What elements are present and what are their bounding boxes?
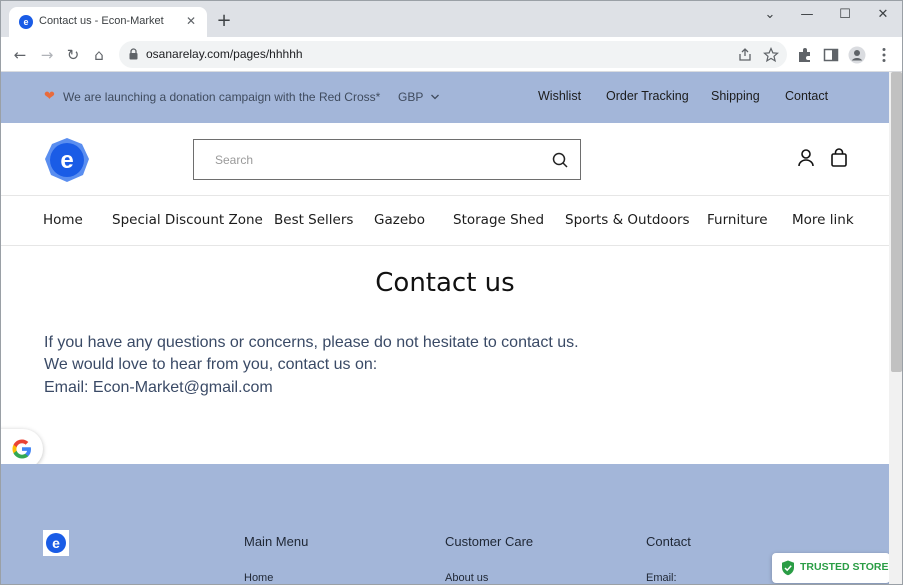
trusted-store-label: TRUSTED STORE [800, 561, 889, 573]
google-reviews-badge[interactable] [1, 429, 43, 469]
currency-selector[interactable]: GBP [398, 90, 440, 104]
contact-intro-line: If you have any questions or concerns, p… [44, 334, 579, 351]
share-icon[interactable] [737, 47, 753, 63]
maximize-button[interactable]: ☐ [827, 5, 863, 25]
account-icon[interactable] [795, 147, 817, 169]
footer-email-label: Email: [646, 572, 677, 584]
menu-icon[interactable] [875, 46, 893, 64]
extensions-icon[interactable] [796, 46, 814, 64]
contact-invite-line: We would love to hear from you, contact … [44, 356, 378, 373]
back-button[interactable]: ← [10, 45, 30, 65]
minimize-button[interactable]: — [789, 5, 825, 25]
profile-icon[interactable] [848, 46, 866, 64]
footer-link-home[interactable]: Home [244, 572, 273, 584]
lock-icon [129, 48, 138, 60]
chevron-down-icon [431, 94, 440, 100]
footer-heading-main-menu: Main Menu [244, 534, 309, 549]
shipping-link[interactable]: Shipping [711, 89, 760, 103]
nav-item-sports-outdoors[interactable]: Sports & Outdoors [565, 212, 690, 228]
order-tracking-link[interactable]: Order Tracking [606, 89, 689, 103]
nav-item-furniture[interactable]: Furniture [707, 212, 768, 228]
svg-text:e: e [52, 535, 60, 551]
close-window-button[interactable]: ✕ [865, 5, 901, 25]
nav-item-storage-shed[interactable]: Storage Shed [453, 212, 544, 228]
contact-content: Contact us If you have any questions or … [1, 246, 889, 464]
tab-title: Contact us - Econ-Market [39, 15, 164, 27]
shield-check-icon [782, 560, 794, 576]
main-navigation: Home Special Discount Zone Best Sellers … [1, 196, 889, 246]
trusted-store-badge[interactable]: TRUSTED STORE [772, 553, 890, 583]
nav-item-special-discount-zone[interactable]: Special Discount Zone [112, 212, 263, 228]
reload-button[interactable]: ↻ [63, 45, 83, 65]
nav-item-home[interactable]: Home [43, 212, 83, 228]
browser-window: e Contact us - Econ-Market ✕ + ⌄ — ☐ ✕ ←… [0, 0, 903, 585]
svg-text:e: e [60, 147, 73, 174]
new-tab-button[interactable]: + [214, 11, 234, 31]
tab-bar: e Contact us - Econ-Market ✕ + ⌄ — ☐ ✕ [1, 1, 902, 37]
contact-email-line: Email: Econ-Market@gmail.com [44, 379, 273, 396]
site-footer: e Main Menu Home Customer Care About us … [1, 464, 889, 584]
heart-icon: ❤ [44, 89, 55, 104]
page-title: Contact us [375, 268, 515, 298]
tab-close-icon[interactable]: ✕ [183, 13, 199, 29]
cart-icon[interactable] [828, 147, 850, 169]
tab-search-chevron-icon[interactable]: ⌄ [752, 5, 788, 25]
footer-link-about-us[interactable]: About us [445, 572, 488, 584]
url-text[interactable]: osanarelay.com/pages/hhhhh [146, 47, 303, 61]
nav-item-more-link[interactable]: More link [792, 212, 854, 228]
scrollbar-thumb[interactable] [891, 72, 902, 372]
address-bar[interactable]: osanarelay.com/pages/hhhhh [119, 41, 787, 68]
announcement-bar: ❤ We are launching a donation campaign w… [1, 72, 889, 123]
site-header: e [1, 123, 889, 196]
announcement-message: We are launching a donation campaign wit… [63, 90, 381, 104]
wishlist-link[interactable]: Wishlist [538, 89, 581, 103]
search-icon[interactable] [550, 150, 570, 170]
contact-link[interactable]: Contact [785, 89, 828, 103]
nav-item-gazebo[interactable]: Gazebo [374, 212, 425, 228]
star-icon[interactable] [763, 47, 779, 63]
browser-toolbar: ← → ↻ ⌂ osanarelay.com/pages/hhhhh [1, 37, 902, 72]
forward-button[interactable]: → [37, 45, 57, 65]
footer-logo-icon[interactable]: e [43, 530, 69, 556]
site-favicon-icon: e [19, 15, 33, 29]
active-tab[interactable]: e Contact us - Econ-Market ✕ [9, 7, 207, 37]
search-box [193, 139, 581, 180]
currency-label: GBP [398, 90, 424, 104]
side-panel-icon[interactable] [822, 46, 840, 64]
page-scrollbar[interactable] [889, 72, 902, 584]
home-button[interactable]: ⌂ [89, 45, 109, 65]
footer-heading-customer-care: Customer Care [445, 534, 534, 549]
nav-item-best-sellers[interactable]: Best Sellers [274, 212, 353, 228]
google-icon [12, 439, 31, 459]
search-input[interactable] [194, 140, 534, 179]
footer-heading-contact: Contact [646, 534, 691, 549]
econ-market-logo-icon[interactable]: e [43, 137, 91, 183]
